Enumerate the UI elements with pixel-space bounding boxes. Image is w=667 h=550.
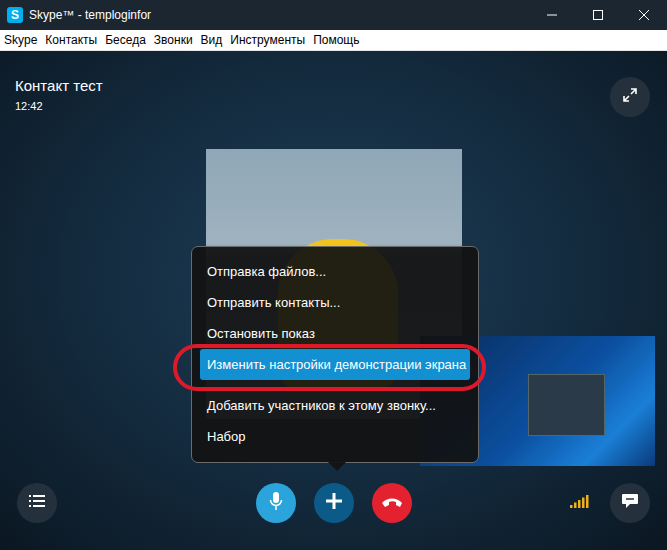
list-icon [29, 494, 45, 512]
call-context-menu: Отправка файлов...Отправить контакты...О… [191, 246, 479, 463]
main-controls [256, 483, 412, 523]
menu-bar-item[interactable]: Инструменты [226, 33, 309, 47]
close-button[interactable] [621, 0, 667, 30]
right-controls [530, 483, 650, 523]
minimize-button[interactable] [529, 0, 575, 30]
microphone-icon [269, 491, 283, 515]
call-area: Контакт тест 12:42 Отправка файлов...Отпра… [0, 51, 667, 550]
menu-item[interactable]: Изменить настройки демонстрации экрана [200, 349, 470, 380]
menu-item[interactable]: Добавить участников к этому звонку... [200, 390, 470, 421]
chat-icon [621, 493, 639, 513]
menu-bar-item[interactable]: Вид [197, 33, 227, 47]
skype-logo: S [7, 7, 23, 23]
menu-bar: SkypeКонтактыБеседаЗвонкиВидИнструментыП… [0, 30, 667, 51]
title-bar: S Skype™ - temploginfor [0, 0, 667, 30]
call-time: 12:42 [15, 100, 103, 112]
participants-button[interactable] [17, 483, 57, 523]
chat-button[interactable] [610, 483, 650, 523]
menu-bar-item[interactable]: Звонки [150, 33, 197, 47]
fullscreen-button[interactable] [610, 77, 650, 117]
menu-bar-item[interactable]: Контакты [41, 33, 101, 47]
menu-item[interactable]: Набор [200, 421, 470, 452]
call-header: Контакт тест 12:42 [0, 51, 667, 117]
menu-item[interactable]: Остановить показ [200, 318, 470, 349]
menu-pointer [328, 462, 346, 471]
menu-bar-item[interactable]: Помощь [309, 33, 363, 47]
end-call-button[interactable] [372, 483, 412, 523]
menu-item[interactable]: Отправка файлов... [200, 256, 470, 287]
window-title: Skype™ - temploginfor [29, 8, 529, 22]
menu-separator [192, 380, 478, 390]
signal-meter [570, 494, 590, 512]
fullscreen-icon [622, 87, 638, 107]
hang-up-icon [381, 494, 403, 512]
preview-window [528, 374, 605, 436]
contact-name: Контакт тест [15, 77, 103, 94]
more-button[interactable] [314, 483, 354, 523]
contact-info: Контакт тест 12:42 [15, 77, 103, 112]
menu-bar-item[interactable]: Skype [0, 33, 41, 47]
menu-item[interactable]: Отправить контакты... [200, 287, 470, 318]
menu-bar-item[interactable]: Беседа [101, 33, 150, 47]
mute-button[interactable] [256, 483, 296, 523]
call-controls [0, 483, 667, 550]
maximize-button[interactable] [575, 0, 621, 30]
highlight-annotation [173, 344, 486, 391]
plus-icon [325, 492, 343, 514]
left-controls [17, 483, 137, 523]
